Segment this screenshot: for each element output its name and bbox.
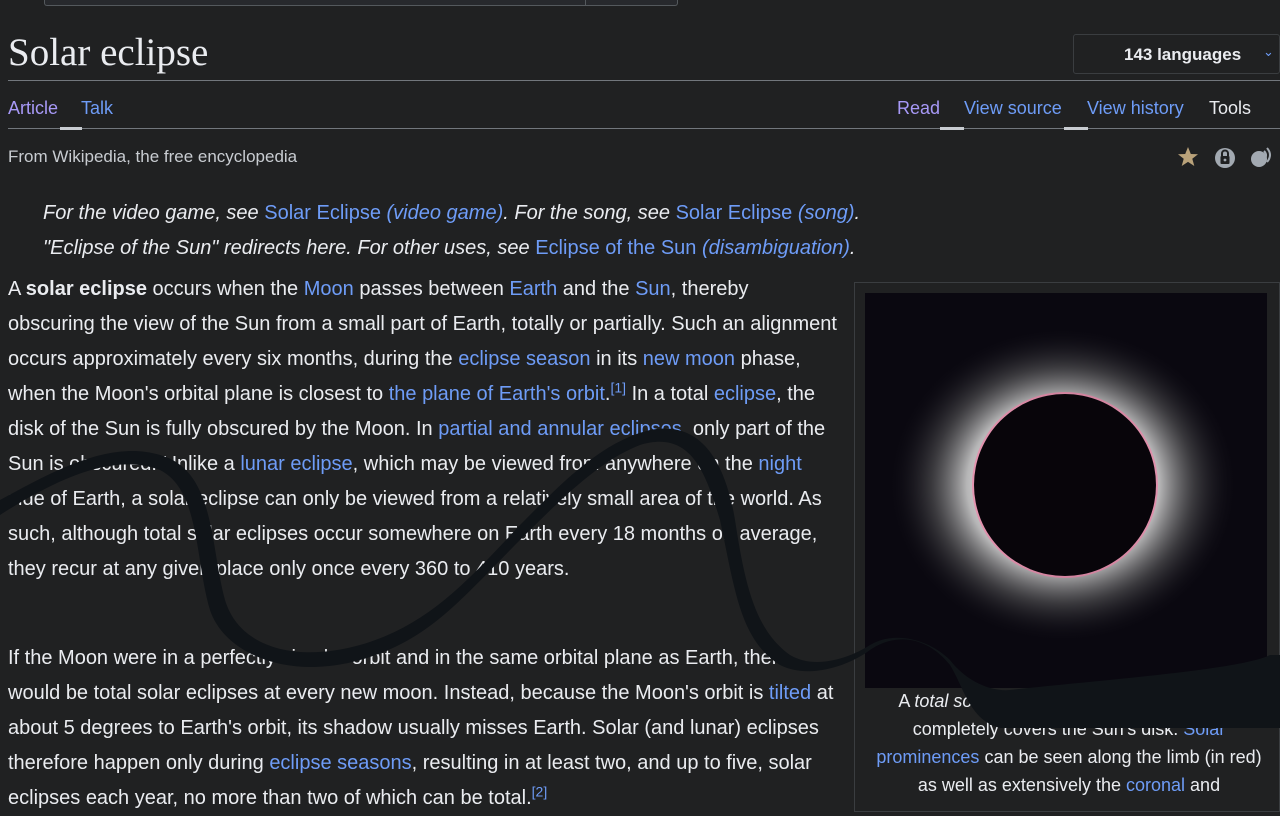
italic-term: total solar eclipse bbox=[914, 691, 1054, 711]
link-earth[interactable]: Earth bbox=[509, 278, 557, 300]
reference-1[interactable]: [1] bbox=[610, 379, 626, 395]
hatnote-text: For the video game, see bbox=[43, 202, 265, 224]
hatnote-text: "Eclipse of the Sun" redirects here. For… bbox=[43, 237, 536, 259]
page-tabs: Article Talk Read View source View histo… bbox=[0, 96, 1280, 130]
languages-label: 143 languages bbox=[1124, 45, 1242, 64]
site-tagline: From Wikipedia, the free encyclopedia bbox=[8, 147, 298, 166]
chevron-down-icon: ⌄ bbox=[1263, 44, 1274, 59]
hatnote-line-1: For the video game, see Solar Eclipse (v… bbox=[43, 196, 943, 231]
audio-icon[interactable] bbox=[1249, 145, 1273, 169]
tab-read[interactable]: Read bbox=[897, 98, 940, 119]
text: , which may be viewed from anywhere on t… bbox=[352, 453, 759, 475]
link-new-moon[interactable]: new moon bbox=[643, 348, 735, 370]
search-box[interactable] bbox=[44, 0, 678, 6]
text: A bbox=[898, 691, 915, 711]
link-sun[interactable]: Sun bbox=[635, 278, 671, 300]
title-divider bbox=[8, 80, 1280, 81]
tab-view-source[interactable]: View source bbox=[964, 98, 1062, 119]
link-eclipse-season[interactable]: eclipse season bbox=[458, 348, 590, 370]
tab-view-history[interactable]: View history bbox=[1087, 98, 1184, 119]
infobox: A total solar eclipse occurs when the Mo… bbox=[854, 282, 1280, 812]
text: passes between bbox=[353, 278, 510, 300]
link-eclipse[interactable]: eclipse bbox=[714, 383, 776, 405]
languages-button[interactable]: 143 languages ⌄ bbox=[1073, 34, 1280, 74]
tab-article[interactable]: Article bbox=[8, 98, 58, 119]
tab-read-underline bbox=[940, 127, 964, 130]
link-partial-annular-eclipses[interactable]: partial and annular eclipses bbox=[438, 418, 682, 440]
text: occurs when the bbox=[146, 278, 304, 300]
link-moon[interactable]: Moon bbox=[304, 278, 354, 300]
link-solar-eclipse-video-game[interactable]: Solar Eclipse (video game) bbox=[264, 202, 503, 224]
link-text-italic: (disambiguation) bbox=[702, 237, 850, 259]
tabs-divider bbox=[8, 128, 1280, 129]
link-tilted[interactable]: tilted bbox=[769, 682, 811, 704]
hatnote-line-2: "Eclipse of the Sun" redirects here. For… bbox=[43, 231, 943, 266]
link-eclipse-of-the-sun-disambiguation[interactable]: Eclipse of the Sun (disambiguation) bbox=[535, 237, 850, 259]
text: If the Moon were in a perfectly circular… bbox=[8, 647, 790, 704]
link-text: Solar Eclipse bbox=[264, 202, 381, 224]
tab-article-underline bbox=[60, 127, 82, 130]
hatnote-text: . bbox=[854, 202, 861, 224]
link-text-italic: (video game) bbox=[386, 202, 504, 224]
page-title: Solar eclipse bbox=[8, 31, 209, 74]
hatnote-text: . bbox=[849, 237, 856, 259]
link-solar-eclipse-song[interactable]: Solar Eclipse (song) bbox=[676, 202, 855, 224]
text: and bbox=[1185, 775, 1221, 795]
text: in its bbox=[590, 348, 643, 370]
tab-source-underline bbox=[1064, 127, 1088, 130]
hatnote: For the video game, see Solar Eclipse (v… bbox=[43, 196, 943, 266]
link-coronal[interactable]: coronal bbox=[1126, 775, 1185, 795]
reference-2[interactable]: [2] bbox=[532, 783, 548, 799]
hatnote-text: . For the song, see bbox=[503, 202, 676, 224]
star-icon[interactable] bbox=[1176, 145, 1200, 169]
link-text-italic: (song) bbox=[797, 202, 855, 224]
text: A bbox=[8, 278, 26, 300]
text: and the bbox=[557, 278, 636, 300]
link-text: Solar Eclipse bbox=[675, 202, 793, 224]
text: side of Earth, a solar eclipse can only … bbox=[8, 488, 822, 580]
link-text: Eclipse of the Sun bbox=[535, 237, 697, 259]
paragraph-1: A solar eclipse occurs when the Moon pas… bbox=[8, 272, 838, 587]
bold-term: solar eclipse bbox=[25, 278, 147, 300]
lock-icon[interactable] bbox=[1213, 145, 1237, 169]
tools-menu[interactable]: Tools bbox=[1209, 98, 1251, 119]
text: In a total bbox=[626, 383, 714, 405]
tab-talk[interactable]: Talk bbox=[81, 98, 113, 119]
link-plane-of-earths-orbit[interactable]: the plane of Earth's orbit bbox=[389, 383, 605, 405]
search-divider bbox=[585, 0, 586, 5]
link-lunar-eclipse[interactable]: lunar eclipse bbox=[240, 453, 352, 475]
paragraph-2: If the Moon were in a perfectly circular… bbox=[8, 641, 838, 816]
link-night[interactable]: night bbox=[758, 453, 801, 475]
link-eclipse-seasons[interactable]: eclipse seasons bbox=[269, 752, 411, 774]
eclipse-photo[interactable] bbox=[865, 293, 1267, 688]
infobox-caption: A total solar eclipse occurs when the Mo… bbox=[869, 687, 1269, 799]
